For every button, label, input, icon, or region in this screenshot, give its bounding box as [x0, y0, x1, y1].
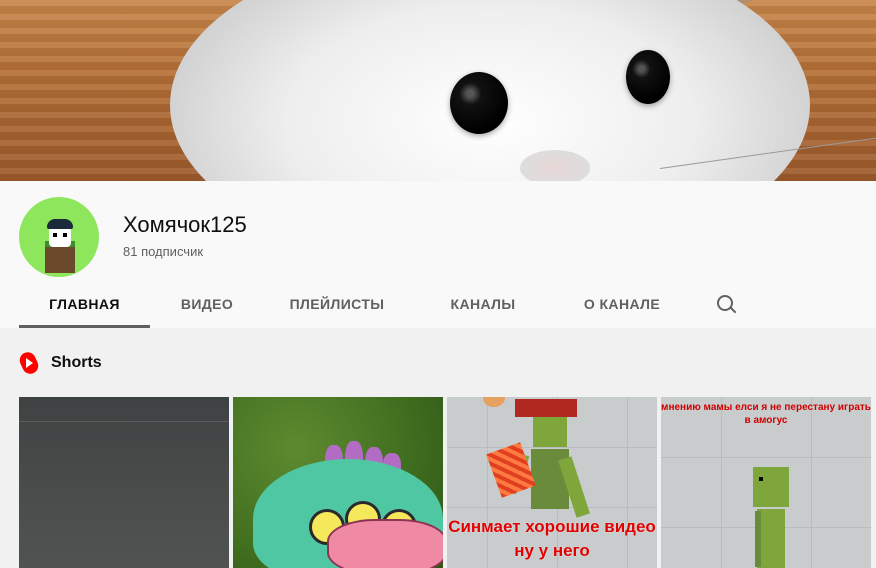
- short-caption: Синмает хорошие видео ну у него: [448, 517, 656, 560]
- tab-home[interactable]: ГЛАВНАЯ: [19, 290, 150, 328]
- tab-playlists[interactable]: ПЛЕЙЛИСТЫ: [287, 290, 387, 326]
- search-icon[interactable]: [716, 294, 738, 316]
- shorts-thumbnail[interactable]: [233, 397, 443, 568]
- subscriber-count: 81 подписчик: [123, 244, 204, 259]
- tab-videos[interactable]: ВИДЕО: [167, 290, 247, 326]
- hamster-eye: [626, 50, 670, 104]
- channel-tabs: ГЛАВНАЯ ВИДЕО ПЛЕЙЛИСТЫ КАНАЛЫ О КАНАЛЕ: [19, 290, 876, 328]
- channel-banner: [0, 0, 876, 181]
- shorts-icon: [17, 349, 41, 377]
- shorts-thumbnail[interactable]: мнению мамы елси я не перестану играть в…: [661, 397, 871, 568]
- tab-channels[interactable]: КАНАЛЫ: [438, 290, 528, 326]
- shorts-section-title: Shorts: [17, 349, 102, 377]
- hamster-eye: [450, 72, 508, 134]
- shorts-title-text: Shorts: [51, 354, 102, 371]
- short-caption: мнению мамы елси я не перестану играть в…: [661, 402, 871, 426]
- shorts-thumbnail[interactable]: [19, 397, 229, 568]
- shorts-thumbnail[interactable]: Синмает хорошие видео ну у него: [447, 397, 657, 568]
- channel-avatar[interactable]: [19, 197, 99, 277]
- tab-about[interactable]: О КАНАЛЕ: [567, 290, 677, 326]
- channel-name: Хомячок125: [123, 212, 247, 237]
